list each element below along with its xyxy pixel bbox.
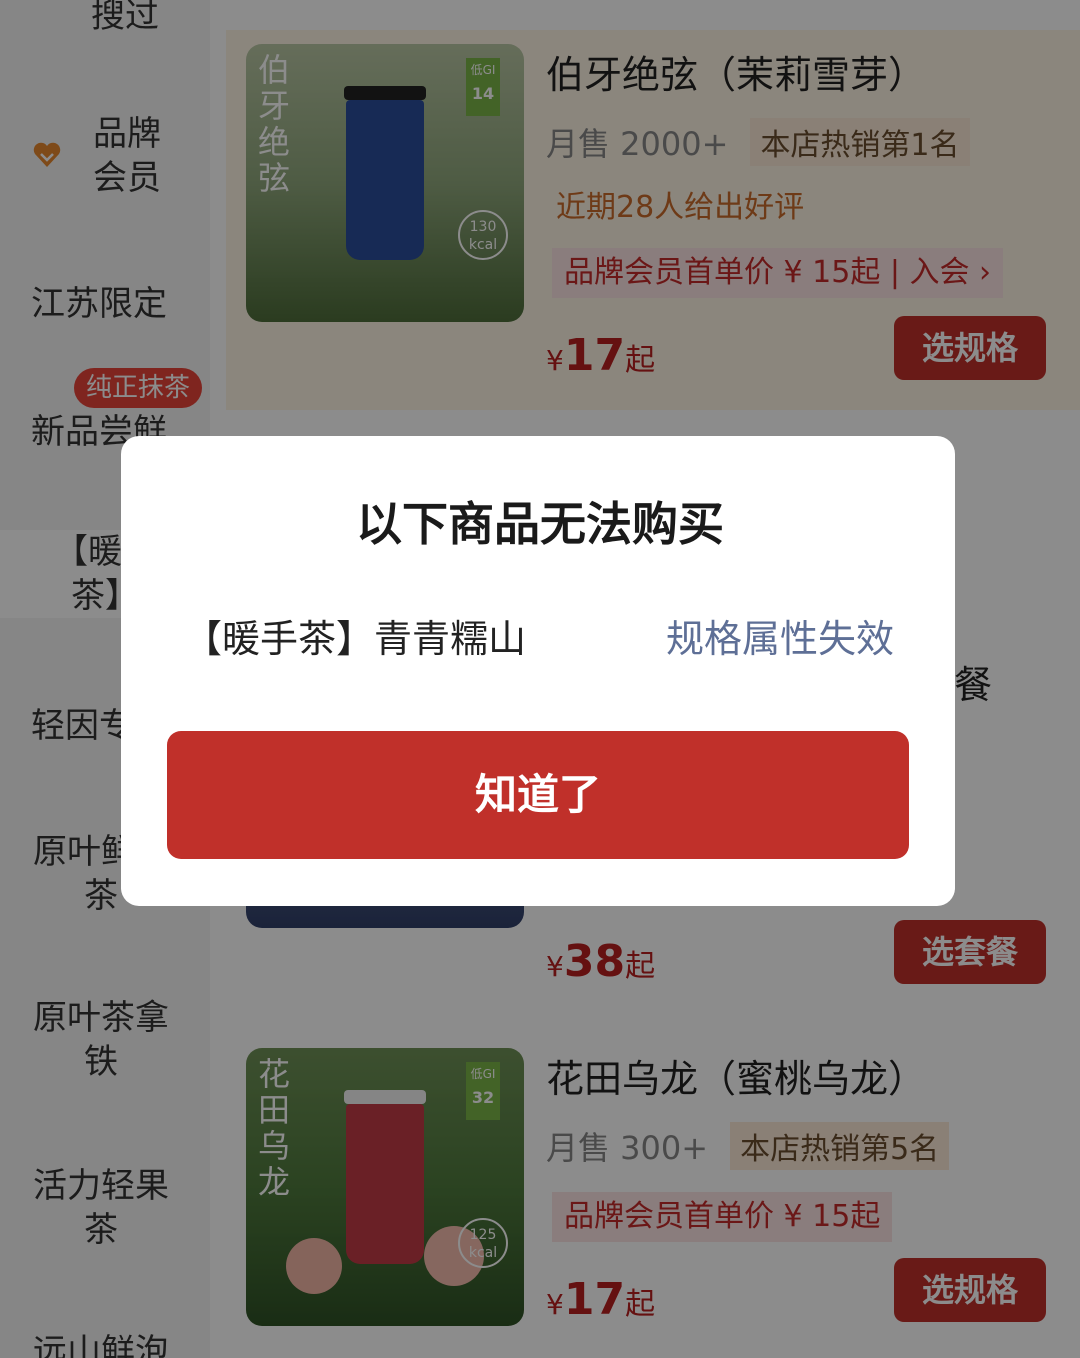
unavailable-item-reason: 规格属性失效 bbox=[666, 617, 895, 661]
confirm-button[interactable]: 知道了 bbox=[167, 731, 909, 859]
unavailable-item-name: 【暖手茶】青青糯山 bbox=[184, 617, 527, 661]
dialog-title: 以下商品无法购买 bbox=[356, 497, 724, 551]
